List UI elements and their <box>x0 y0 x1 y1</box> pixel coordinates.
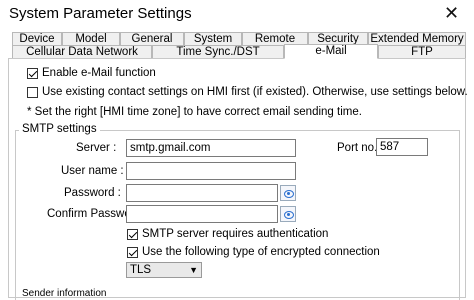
time-zone-note: * Set the right [HMI time zone] to have … <box>27 106 362 118</box>
server-input[interactable]: smtp.gmail.com <box>126 139 296 157</box>
tab-ftp[interactable]: FTP <box>378 45 466 59</box>
tab-time-sync-dst[interactable]: Time Sync./DST <box>152 45 284 59</box>
use-existing-contact-label: Use existing contact settings on HMI fir… <box>42 86 468 98</box>
smtp-settings-title: SMTP settings <box>19 123 100 135</box>
password-label: Password : <box>64 187 121 199</box>
confirm-password-input[interactable] <box>126 205 278 223</box>
chevron-down-icon: ▼ <box>189 265 198 275</box>
tab-model[interactable]: Model <box>62 32 120 46</box>
tab-general[interactable]: General <box>120 32 184 46</box>
encrypted-connection-checkbox[interactable] <box>127 247 138 258</box>
window-title: System Parameter Settings <box>9 5 192 22</box>
tab-system[interactable]: System <box>184 32 242 46</box>
close-icon[interactable]: ✕ <box>444 3 459 23</box>
title-bar: System Parameter Settings ✕ <box>0 0 474 30</box>
smtp-auth-label: SMTP server requires authentication <box>142 228 329 240</box>
username-input[interactable] <box>126 162 296 180</box>
tab-device[interactable]: Device <box>12 32 62 46</box>
show-confirm-password-eye-icon[interactable] <box>280 206 296 222</box>
enable-email-checkbox[interactable] <box>27 68 38 79</box>
use-existing-contact-checkbox[interactable] <box>27 87 38 98</box>
encrypted-connection-label: Use the following type of encrypted conn… <box>142 246 380 258</box>
show-password-eye-icon[interactable] <box>280 185 296 201</box>
port-input[interactable]: 587 <box>376 138 428 156</box>
password-input[interactable] <box>126 184 278 202</box>
server-label: Server : <box>76 142 117 154</box>
tab-cellular-data-network[interactable]: Cellular Data Network <box>12 45 152 59</box>
tab-e-mail[interactable]: e-Mail <box>284 44 378 59</box>
encryption-type-value: TLS <box>130 264 152 276</box>
smtp-auth-checkbox[interactable] <box>127 229 138 240</box>
tab-extended-memory[interactable]: Extended Memory <box>368 32 466 46</box>
username-label: User name : <box>61 165 124 177</box>
encryption-type-select[interactable]: TLS ▼ <box>126 262 202 278</box>
enable-email-label: Enable e-Mail function <box>42 67 156 79</box>
